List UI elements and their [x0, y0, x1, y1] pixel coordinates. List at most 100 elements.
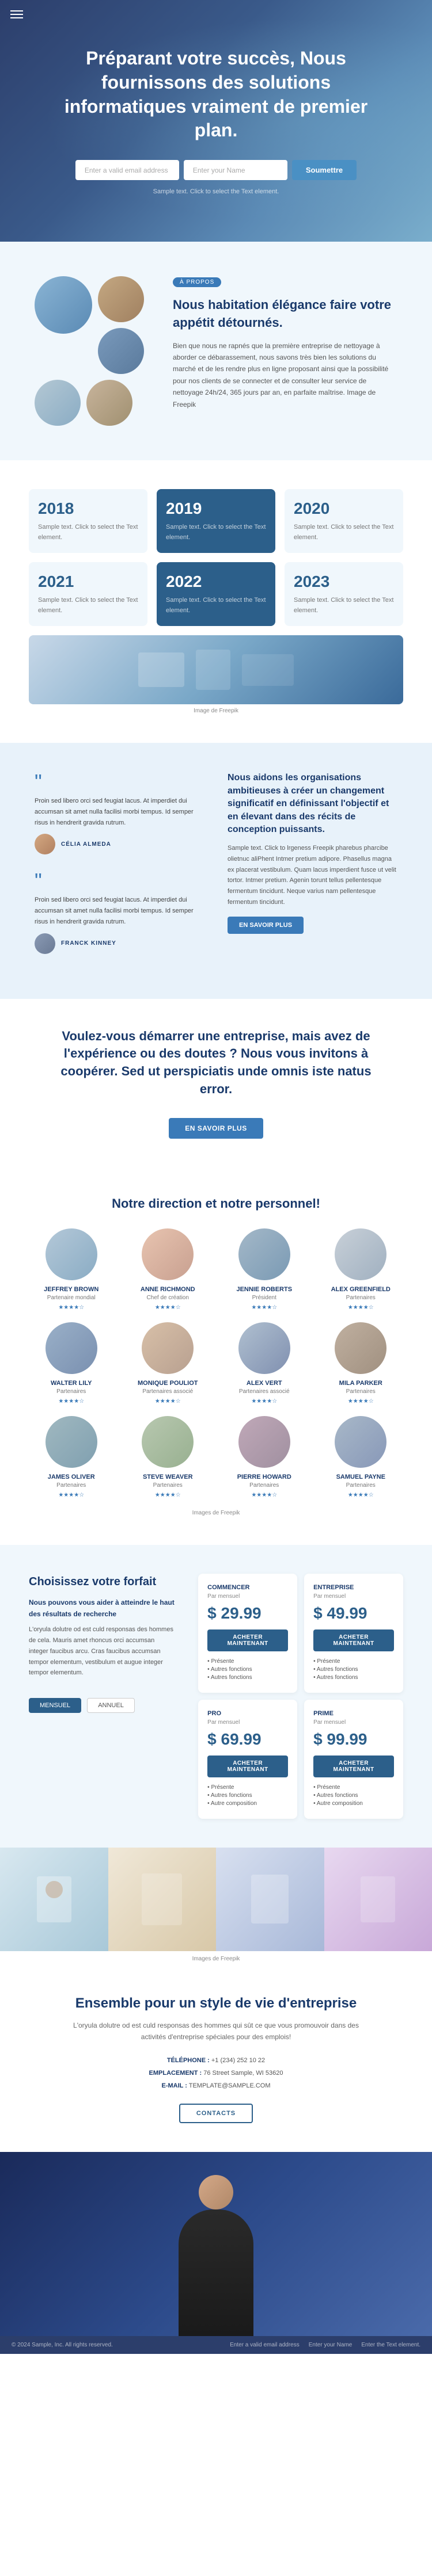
team-avatar-3: [335, 1228, 386, 1280]
bottom-link-3[interactable]: Enter the Text element.: [361, 2342, 420, 2348]
team-member-10: PIERRE HOWARD Partenaires ★★★★☆: [222, 1416, 307, 1498]
hamburger-menu[interactable]: [10, 10, 23, 18]
team-member-1: ANNE RICHMOND Chef de création ★★★★☆: [126, 1228, 211, 1311]
pricing-btn-1[interactable]: ACHETER MAINTENANT: [313, 1629, 394, 1651]
quote-mark-1: ": [35, 772, 204, 792]
gallery-item-0: [0, 1848, 108, 1951]
pricing-billing-0: Par mensuel: [207, 1593, 288, 1600]
team-stars-4: ★★★★☆: [29, 1398, 114, 1405]
pricing-card-1: ENTREPRISE Par mensuel $ 49.99 ACHETER M…: [304, 1574, 403, 1693]
timeline-grid: 2018 Sample text. Click to select the Te…: [29, 489, 403, 626]
copyright-text: © 2024 Sample, Inc. All rights reserved.: [12, 2342, 113, 2348]
name-input[interactable]: [184, 160, 287, 180]
avatar-3: [98, 328, 144, 374]
quote-author-2: FRANCK KINNEY: [35, 933, 204, 954]
hero-form: Soumettre: [75, 160, 357, 180]
team-role-3: Partenaires: [319, 1295, 404, 1301]
apropos-badge: À PROPOS: [173, 277, 221, 287]
team-role-1: Chef de création: [126, 1295, 211, 1301]
pricing-feature-0-2: • Autres fonctions: [207, 1674, 288, 1681]
apropos-heading: Nous habitation élégance faire votre app…: [173, 296, 397, 332]
team-avatar-8: [46, 1416, 97, 1468]
team-stars-3: ★★★★☆: [319, 1304, 404, 1311]
pricing-feature-1-0: • Présente: [313, 1658, 394, 1665]
team-name-11: SAMUEL PAYNE: [319, 1474, 404, 1480]
gallery-item-1: [108, 1848, 217, 1951]
contacts-button[interactable]: CONTACTS: [179, 2104, 253, 2123]
contact-info: TÉLÉPHONE : +1 (234) 252 10 22 EMPLACEME…: [46, 2054, 386, 2092]
pricing-feature-3-2: • Autre composition: [313, 1800, 394, 1807]
submit-button[interactable]: Soumettre: [292, 160, 357, 180]
pricing-btn-2[interactable]: ACHETER MAINTENANT: [207, 1756, 288, 1777]
pricing-right: COMMENCER Par mensuel $ 29.99 ACHETER MA…: [198, 1574, 403, 1819]
gallery-caption: Images de Freepik: [0, 1951, 432, 1967]
pricing-price-0: $ 29.99: [207, 1604, 288, 1623]
pricing-btn-3[interactable]: ACHETER MAINTENANT: [313, 1756, 394, 1777]
timeline-year: 2022: [166, 573, 266, 591]
pricing-feature-3-1: • Autres fonctions: [313, 1792, 394, 1799]
apropos-text: Bien que nous ne rapnés que la première …: [173, 340, 397, 410]
team-stars-10: ★★★★☆: [222, 1492, 307, 1498]
team-avatar-5: [142, 1322, 194, 1374]
team-avatar-0: [46, 1228, 97, 1280]
timeline-card-2023: 2023 Sample text. Click to select the Te…: [285, 562, 403, 626]
team-name-10: PIERRE HOWARD: [222, 1474, 307, 1480]
team-role-5: Partenaires associé: [126, 1388, 211, 1395]
cta-button[interactable]: EN SAVOIR PLUS: [169, 1118, 263, 1139]
pricing-grid: COMMENCER Par mensuel $ 29.99 ACHETER MA…: [198, 1574, 403, 1819]
pricing-card-2: PRO Par mensuel $ 69.99 ACHETER MAINTENA…: [198, 1700, 297, 1819]
annual-toggle[interactable]: ANNUEL: [87, 1698, 135, 1713]
pricing-billing-2: Par mensuel: [207, 1719, 288, 1726]
hero-section: Préparant votre succès, Nous fournissons…: [0, 0, 432, 242]
team-name-0: JEFFREY BROWN: [29, 1286, 114, 1293]
quote-2: " Proin sed libero orci sed feugiat lacu…: [35, 871, 204, 953]
team-name-2: JENNIE ROBERTS: [222, 1286, 307, 1293]
team-role-4: Partenaires: [29, 1388, 114, 1395]
author-name-1: CÉLIA ALMEDA: [61, 841, 111, 848]
pricing-tier-0: COMMENCER: [207, 1584, 288, 1591]
team-member-7: MILA PARKER Partenaires ★★★★☆: [319, 1322, 404, 1405]
pricing-left: Choisissez votre forfait Nous pouvons vo…: [29, 1574, 175, 1713]
team-member-3: ALEX GREENFIELD Partenaires ★★★★☆: [319, 1228, 404, 1311]
author-name-2: FRANCK KINNEY: [61, 940, 116, 947]
team-member-2: JENNIE ROBERTS Président ★★★★☆: [222, 1228, 307, 1311]
timeline-card-2020: 2020 Sample text. Click to select the Te…: [285, 489, 403, 553]
team-role-9: Partenaires: [126, 1482, 211, 1489]
avatar-5: [86, 380, 132, 426]
address-label: EMPLACEMENT :: [149, 2070, 202, 2077]
footer-text: L'oryula dolutre od est culd responsas d…: [72, 2020, 360, 2043]
team-heading: Notre direction et notre personnel!: [29, 1196, 403, 1211]
pricing-btn-0[interactable]: ACHETER MAINTENANT: [207, 1629, 288, 1651]
pricing-heading: Choisissez votre forfait: [29, 1574, 175, 1590]
monthly-toggle[interactable]: MENSUEL: [29, 1698, 81, 1713]
team-name-9: STEVE WEAVER: [126, 1474, 211, 1480]
pricing-feature-1-1: • Autres fonctions: [313, 1666, 394, 1673]
email-input[interactable]: [75, 160, 179, 180]
team-name-4: WALTER LILY: [29, 1380, 114, 1387]
bottom-link-1[interactable]: Enter a valid email address: [230, 2342, 300, 2348]
cta-section: Voulez-vous démarrer une entreprise, mai…: [0, 999, 432, 1167]
testimonials-text: Sample text. Click to lrgeness Freepik p…: [228, 843, 397, 907]
team-stars-6: ★★★★☆: [222, 1398, 307, 1405]
team-avatar-9: [142, 1416, 194, 1468]
savoir-plus-button[interactable]: EN SAVOIR PLUS: [228, 917, 304, 934]
pricing-card-0: COMMENCER Par mensuel $ 29.99 ACHETER MA…: [198, 1574, 297, 1693]
team-role-6: Partenaires associé: [222, 1388, 307, 1395]
pricing-feature-0-0: • Présente: [207, 1658, 288, 1665]
pricing-feature-1-2: • Autres fonctions: [313, 1674, 394, 1681]
timeline-year: 2021: [38, 573, 138, 591]
gallery-item-2: [216, 1848, 324, 1951]
timeline-text: Sample text. Click to select the Text el…: [166, 596, 266, 616]
testimonials-section: " Proin sed libero orci sed feugiat lacu…: [0, 743, 432, 998]
team-role-0: Partenaire mondial: [29, 1295, 114, 1301]
team-name-6: ALEX VERT: [222, 1380, 307, 1387]
team-name-3: ALEX GREENFIELD: [319, 1286, 404, 1293]
timeline-card-2019: 2019 Sample text. Click to select the Te…: [157, 489, 275, 553]
quote-1: " Proin sed libero orci sed feugiat lacu…: [35, 772, 204, 854]
pricing-tier-2: PRO: [207, 1710, 288, 1717]
pricing-description: L'oryula dolutre od est culd responsas d…: [29, 1624, 175, 1678]
team-name-1: ANNE RICHMOND: [126, 1286, 211, 1293]
timeline-text: Sample text. Click to select the Text el…: [38, 596, 138, 616]
bottom-link-2[interactable]: Enter your Name: [309, 2342, 353, 2348]
timeline-image: [29, 635, 403, 704]
